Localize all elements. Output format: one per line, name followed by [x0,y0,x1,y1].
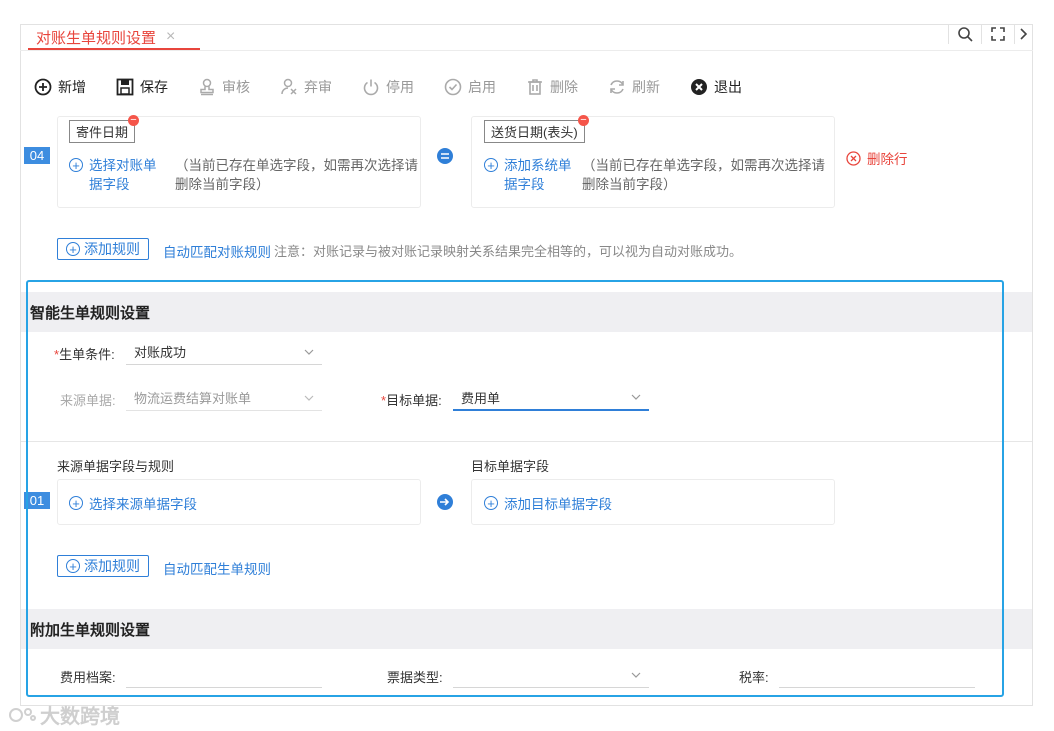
disable-button-label: 停用 [386,79,414,95]
hint-line-2: 删除当前字段） [582,177,677,192]
unaudit-button-label: 弃审 [304,79,332,95]
right-hint: （当前已存在单选字段，如需再次选择请 删除当前字段） [582,156,825,194]
exit-button[interactable]: 退出 [690,77,742,97]
delete-button[interactable]: 删除 [526,77,578,97]
add-reconcile-rule-button[interactable]: + 添加规则 [57,238,149,260]
reconcile-note: 注意：对账记录与被对账记录映射关系结果完全相等的，可以视为自动对账成功。 [274,244,743,259]
select-reconcile-field-link[interactable]: + 选择对账单 据字段 [69,156,157,194]
remove-field-icon[interactable]: − [128,115,139,126]
save-icon [116,78,134,96]
add-button-label: 新增 [58,79,86,95]
delete-row-button[interactable]: 删除行 [846,148,908,168]
watermark: 大数跨境 [8,700,120,729]
add-button[interactable]: 新增 [34,77,86,97]
link-line-1: 添加系统单 [504,158,572,173]
tab-title: 对账生单规则设置 [36,29,157,47]
link-line-2: 据字段 [504,177,545,192]
enable-button[interactable]: 启用 [444,77,496,97]
refresh-icon [610,80,624,94]
audit-stamp-icon [200,78,214,96]
fullscreen-icon[interactable] [981,24,1014,44]
hint-line-1: （当前已存在单选字段，如需再次选择请 [582,158,825,173]
add-system-field-link[interactable]: + 添加系统单 据字段 [484,156,572,194]
plus-circle-icon [34,78,52,96]
link-line-1: 选择对账单 [89,158,157,173]
watermark-logo-icon [9,707,36,722]
disable-button[interactable]: 停用 [362,77,414,97]
highlight-box [26,280,1004,697]
tab-tools [948,24,1033,44]
delete-button-label: 删除 [550,79,578,95]
save-button-label: 保存 [140,79,168,95]
enable-button-label: 启用 [468,79,496,95]
close-circle-icon [691,79,707,95]
audit-button[interactable]: 审核 [198,77,250,97]
tab-reconcile-rules[interactable]: 对账生单规则设置 × [28,24,183,50]
exit-button-label: 退出 [714,79,742,95]
add-icon: + [484,158,498,172]
unaudit-button[interactable]: 弃审 [280,77,332,97]
left-hint: （当前已存在单选字段，如需再次选择请 删除当前字段） [175,156,418,194]
check-circle-icon [444,78,462,96]
hint-line-1: （当前已存在单选字段，如需再次选择请 [175,158,418,173]
add-rule-label: 添加规则 [84,241,140,257]
audit-button-label: 审核 [222,79,250,95]
delete-row-label: 删除行 [867,152,908,167]
link-line-2: 据字段 [89,177,130,192]
trash-icon [528,79,542,95]
add-icon: + [66,242,80,256]
search-icon[interactable] [948,24,981,44]
equals-icon [437,148,453,164]
auto-match-reconcile-link[interactable]: 自动匹配对账规则 [163,241,271,261]
power-icon [363,79,379,96]
refresh-button-label: 刷新 [632,79,660,95]
unaudit-icon [281,78,297,95]
tab-close-icon[interactable]: × [166,28,175,46]
refresh-button[interactable]: 刷新 [608,77,660,97]
field-tag-ship-date: 寄件日期 [69,120,136,143]
watermark-text: 大数跨境 [40,706,120,728]
rule-index-badge: 04 [24,147,50,164]
toolbar: 新增 保存 审核 弃审 停用 启用 删除 刷新 退出 [34,76,772,98]
field-tag-delivery-date: 送货日期(表头) [484,120,585,143]
save-button[interactable]: 保存 [116,77,168,97]
tabbar-divider [20,50,1033,51]
chevron-right-icon[interactable] [1014,24,1033,44]
add-icon: + [69,158,83,172]
close-circle-outline-icon [846,150,861,166]
hint-line-2: 删除当前字段） [175,177,270,192]
remove-field-icon[interactable]: − [578,115,589,126]
